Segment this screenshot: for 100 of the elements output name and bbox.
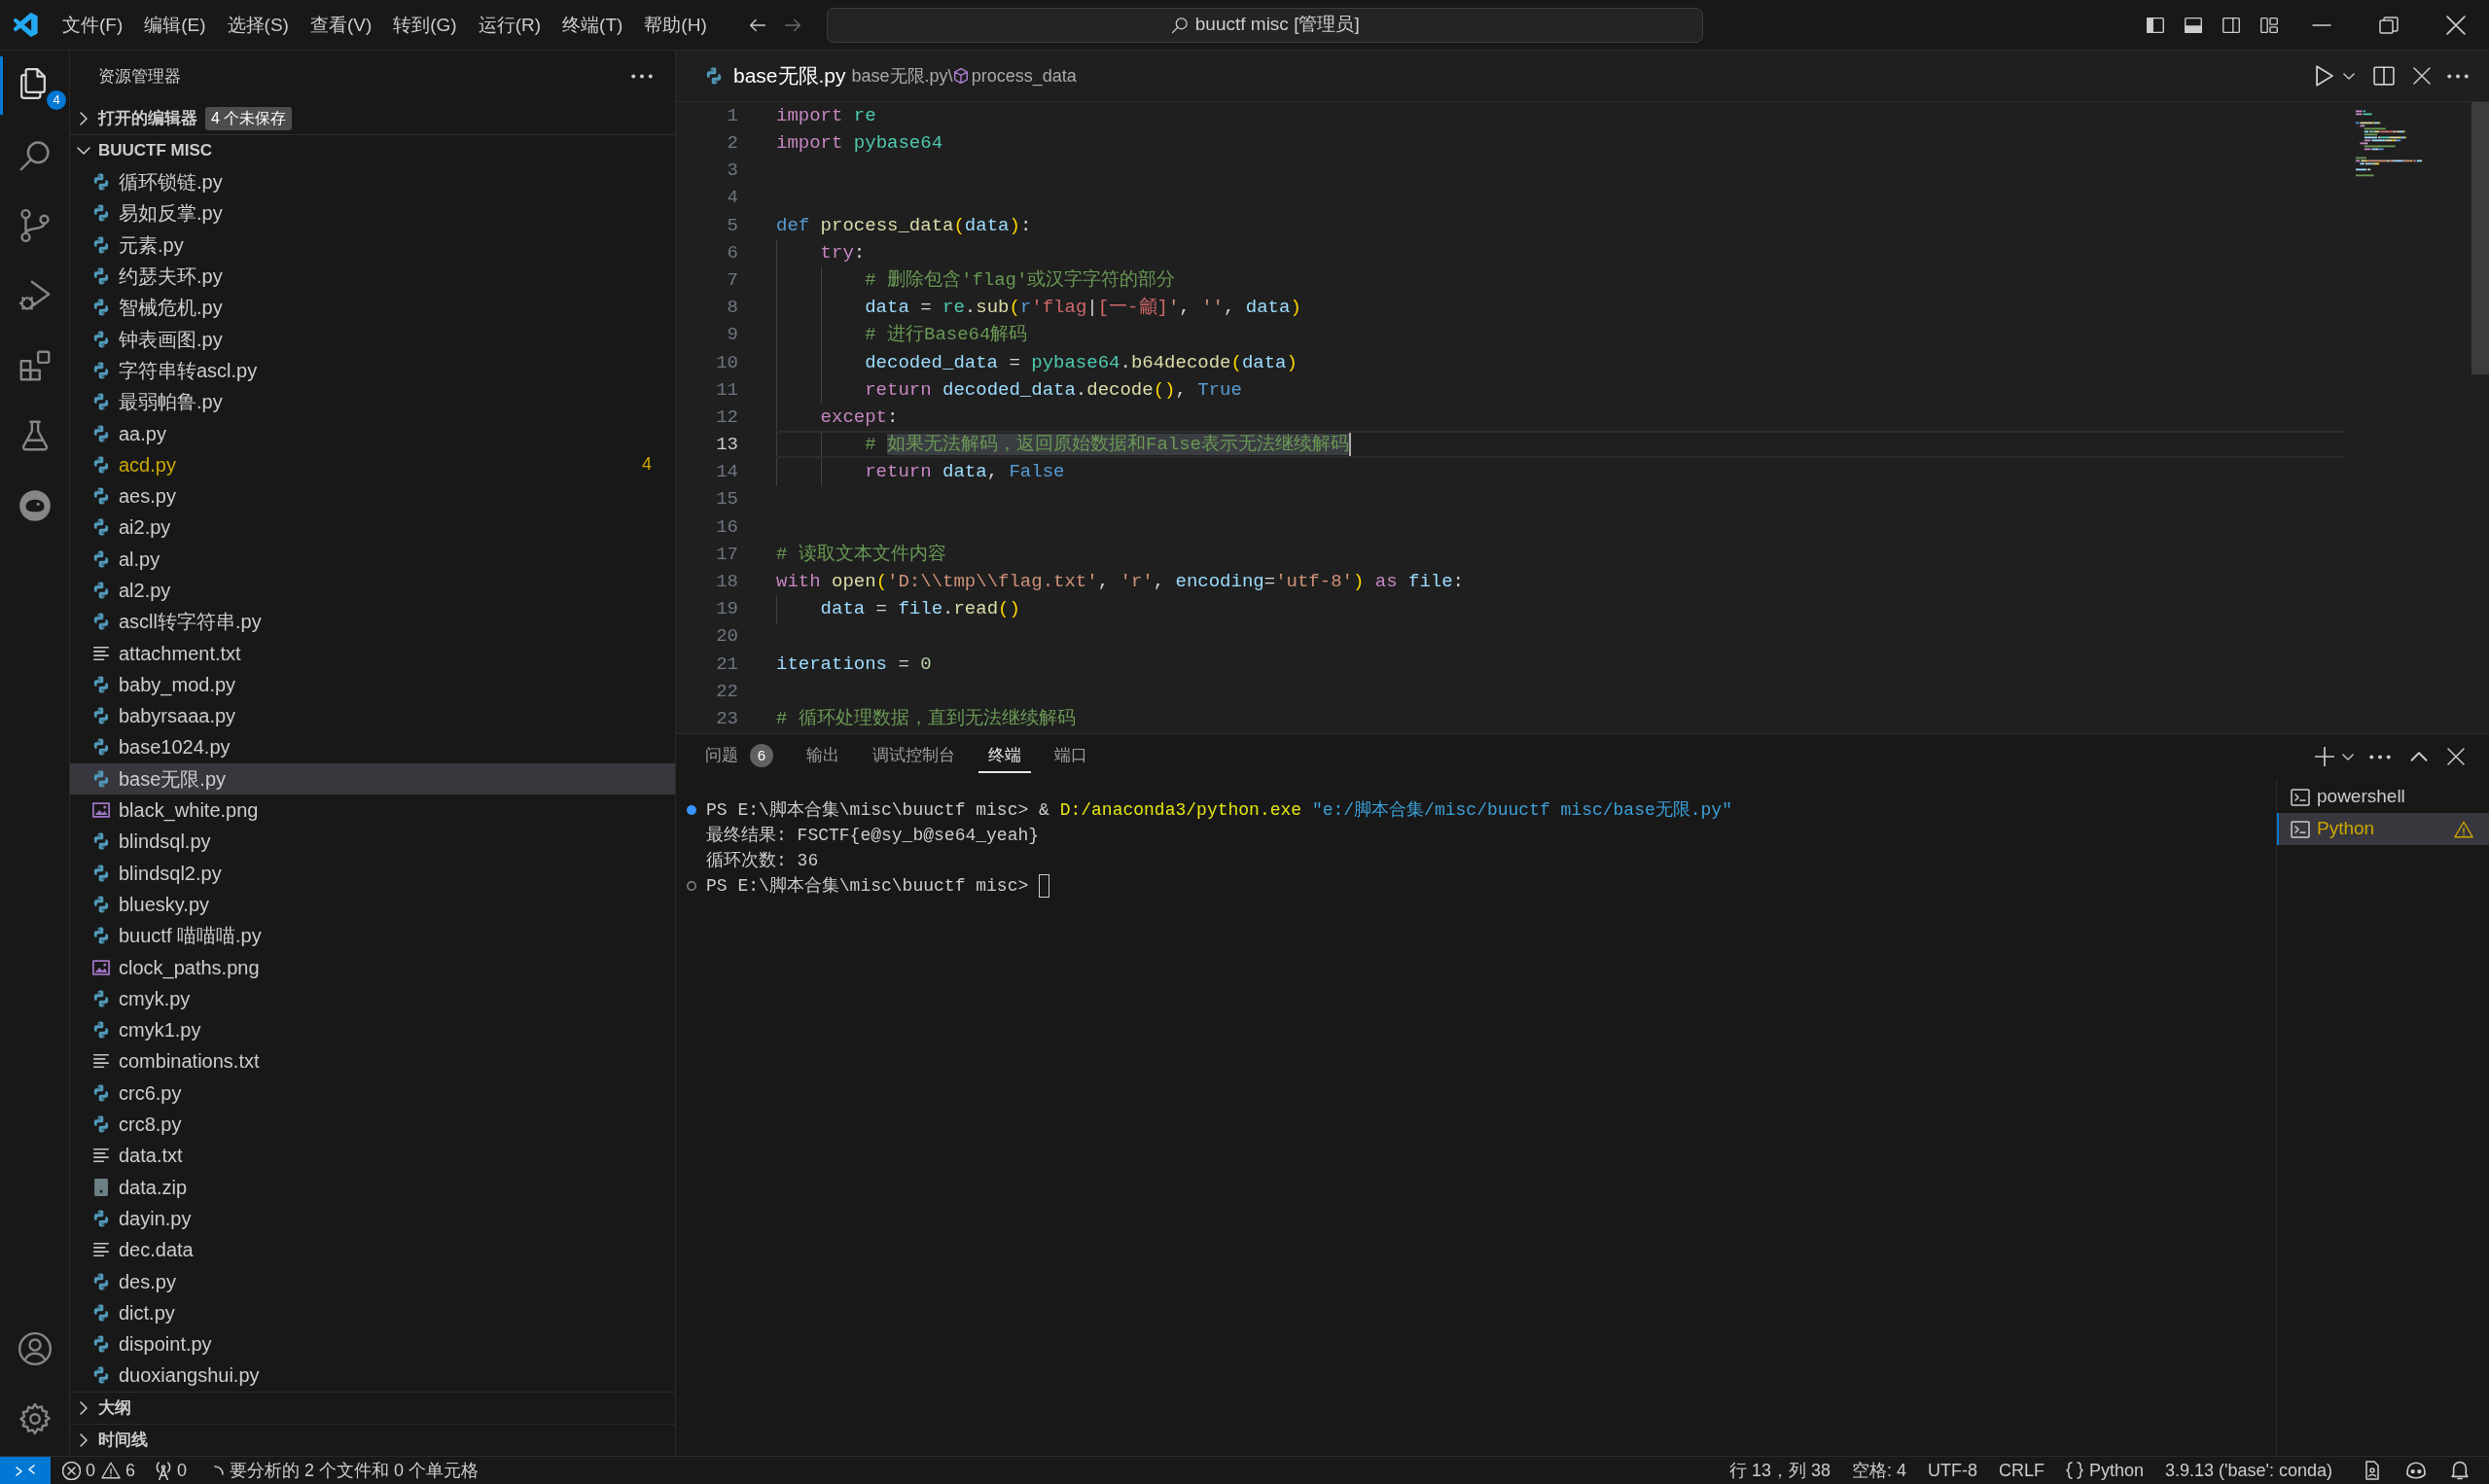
more-actions-icon[interactable] — [2447, 73, 2469, 79]
close-icon[interactable] — [2447, 748, 2465, 765]
file-item[interactable]: 元素.py — [70, 229, 675, 261]
file-item[interactable]: combinations.txt — [70, 1045, 675, 1078]
more-actions-icon[interactable] — [2369, 754, 2391, 760]
file-item[interactable]: base无限.py — [70, 762, 675, 795]
file-item[interactable]: 钟表画图.py — [70, 323, 675, 355]
split-editor-icon[interactable] — [2373, 66, 2395, 86]
status-item[interactable]: UTF-8 — [1927, 1457, 1977, 1484]
account-icon[interactable] — [16, 1330, 53, 1367]
menu-item[interactable]: 文件(F) — [52, 7, 134, 43]
language-button[interactable]: Python — [2065, 1457, 2144, 1484]
command-center[interactable]: buuctf misc [管理员] — [826, 7, 1703, 43]
file-item[interactable]: base1024.py — [70, 731, 675, 763]
file-item[interactable]: duoxiangshui.py — [70, 1360, 675, 1392]
status-item[interactable]: 空格: 4 — [1851, 1457, 1906, 1484]
python-file-icon — [92, 1209, 110, 1227]
line-number: 23 — [715, 706, 738, 731]
file-item[interactable]: babyrsaaa.py — [70, 700, 675, 732]
close-icon[interactable] — [2445, 15, 2466, 35]
file-item[interactable]: cmyk.py — [70, 982, 675, 1014]
more-actions-icon[interactable] — [631, 74, 653, 79]
file-item[interactable]: acd.py 4 — [70, 448, 675, 480]
file-item[interactable]: black_white.png — [70, 794, 675, 827]
problems-button[interactable]: 0 6 — [62, 1457, 136, 1484]
panel-tab[interactable]: 调试控制台 — [863, 740, 965, 773]
menu-item[interactable]: 编辑(E) — [133, 7, 217, 43]
code-line: import pybase64 — [776, 131, 943, 157]
file-item[interactable]: ascll转字符串.py — [70, 606, 675, 638]
section-header[interactable]: 大纲 — [70, 1392, 675, 1424]
close-icon[interactable] — [2413, 67, 2431, 85]
status-item[interactable]: 行 13，列 38 — [1728, 1457, 1831, 1484]
panel-tab[interactable]: 输出 — [797, 740, 849, 773]
python-file-icon — [92, 864, 110, 882]
file-item[interactable]: data.txt — [70, 1140, 675, 1172]
file-item[interactable]: des.py — [70, 1265, 675, 1297]
breadcrumb-item[interactable]: base无限.py — [851, 62, 948, 89]
file-item[interactable]: crc8.py — [70, 1108, 675, 1141]
terminal-item[interactable]: powershell — [2277, 781, 2489, 813]
file-item[interactable]: clock_paths.png — [70, 951, 675, 983]
file-item[interactable]: al.py — [70, 543, 675, 575]
plus-icon[interactable] — [2315, 747, 2334, 766]
robot-face-icon[interactable] — [2406, 1462, 2426, 1479]
chevron-down-icon[interactable] — [2342, 753, 2354, 760]
text-file-icon — [93, 1242, 109, 1258]
restore-icon[interactable] — [2378, 15, 2399, 35]
line-number: 7 — [726, 267, 738, 293]
menu-item[interactable]: 查看(V) — [299, 7, 383, 43]
menu-item[interactable]: 终端(T) — [551, 7, 634, 43]
file-item[interactable]: dayin.py — [70, 1202, 675, 1235]
file-item[interactable]: 易如反掌.py — [70, 197, 675, 230]
file-item[interactable]: ai2.py — [70, 512, 675, 544]
menu-item[interactable]: 运行(R) — [467, 7, 552, 43]
document-person-icon[interactable] — [2364, 1461, 2381, 1480]
file-item[interactable]: blindsql.py — [70, 826, 675, 858]
remote-button[interactable] — [0, 1457, 51, 1484]
line-number: 6 — [726, 240, 738, 265]
panel-tab[interactable]: 问题 6 — [695, 740, 783, 773]
menu-item[interactable]: 转到(G) — [382, 7, 468, 43]
scrollbar-thumb[interactable] — [2471, 102, 2489, 374]
file-item[interactable]: data.zip — [70, 1171, 675, 1203]
bell-icon[interactable] — [2451, 1461, 2469, 1480]
file-item[interactable]: blindsql2.py — [70, 857, 675, 889]
minimize-icon[interactable] — [2311, 23, 2331, 26]
files-icon[interactable] — [19, 68, 46, 99]
file-item[interactable]: 约瑟夫环.py — [70, 260, 675, 293]
python-file-icon — [705, 67, 723, 85]
file-item[interactable]: aa.py — [70, 417, 675, 449]
breadcrumb-item[interactable]: process_data — [952, 62, 1077, 89]
editor-tab[interactable]: base无限.py — [676, 51, 852, 101]
panel-tab[interactable]: 终端 — [978, 740, 1031, 773]
file-item[interactable]: attachment.txt — [70, 637, 675, 669]
ports-button[interactable]: 0 — [155, 1457, 188, 1484]
run-icon[interactable] — [2315, 65, 2334, 87]
menu-item[interactable]: 帮助(H) — [633, 7, 718, 43]
panel-tab[interactable]: 端口 — [1045, 740, 1097, 773]
menu-item[interactable]: 选择(S) — [216, 7, 300, 43]
file-item[interactable]: 智械危机.py — [70, 292, 675, 324]
file-item[interactable]: bluesky.py — [70, 888, 675, 921]
line-number: 22 — [715, 679, 738, 704]
file-item[interactable]: baby_mod.py — [70, 668, 675, 701]
terminal-item[interactable]: Python — [2277, 813, 2489, 845]
file-item[interactable]: dispoint.py — [70, 1328, 675, 1360]
file-item[interactable]: dec.data — [70, 1234, 675, 1266]
file-item[interactable]: 循环锁链.py — [70, 166, 675, 198]
file-item[interactable]: dict.py — [70, 1296, 675, 1328]
file-item[interactable]: crc6.py — [70, 1077, 675, 1109]
file-item[interactable]: 最弱帕鲁.py — [70, 386, 675, 418]
section-header[interactable]: 打开的编辑器 4 个未保存 — [70, 102, 675, 134]
status-item[interactable]: CRLF — [1998, 1457, 2045, 1484]
file-item[interactable]: aes.py — [70, 479, 675, 512]
file-item[interactable]: buuctf 喵喵喵.py — [70, 920, 675, 952]
status-item[interactable]: 3.9.13 ('base': conda) — [2165, 1457, 2332, 1484]
section-header[interactable]: BUUCTF MISC — [70, 134, 675, 166]
file-item[interactable]: cmyk1.py — [70, 1014, 675, 1046]
file-item[interactable]: al2.py — [70, 574, 675, 607]
line-number: 11 — [715, 377, 738, 403]
chevron-up-icon[interactable] — [2410, 752, 2428, 761]
file-item[interactable]: 字符串转ascl.py — [70, 354, 675, 387]
chevron-down-icon[interactable] — [2343, 72, 2355, 80]
